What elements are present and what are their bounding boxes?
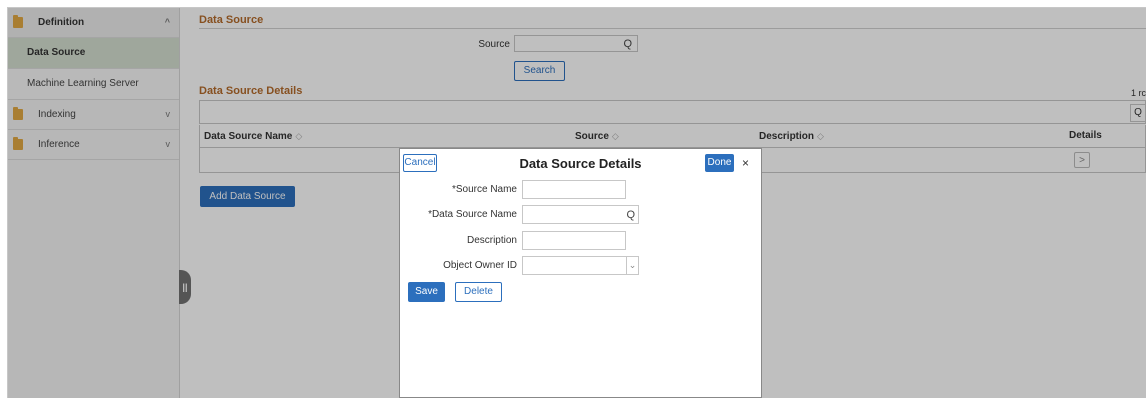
source-name-field[interactable] [522, 180, 626, 199]
done-button[interactable]: Done [705, 154, 734, 172]
save-button[interactable]: Save [408, 282, 445, 302]
delete-button[interactable]: Delete [455, 282, 502, 302]
field-label-description: Description [466, 235, 517, 246]
search-icon[interactable]: Q [626, 207, 635, 223]
details-modal: Cancel Data Source Details Done × *Sourc… [399, 148, 762, 398]
dropdown-arrow-icon[interactable]: ⌄ [626, 257, 638, 274]
pull-handle-icon[interactable]: || [179, 270, 191, 304]
field-label-data-source-name: *Data Source Name [428, 209, 517, 220]
close-icon[interactable]: × [742, 154, 749, 172]
field-label-source-name: *Source Name [451, 184, 517, 195]
object-owner-id-select[interactable]: ⌄ [522, 256, 639, 275]
description-field[interactable] [522, 231, 626, 250]
data-source-name-field[interactable]: Q [522, 205, 639, 224]
field-label-object-owner-id: Object Owner ID [443, 260, 517, 271]
